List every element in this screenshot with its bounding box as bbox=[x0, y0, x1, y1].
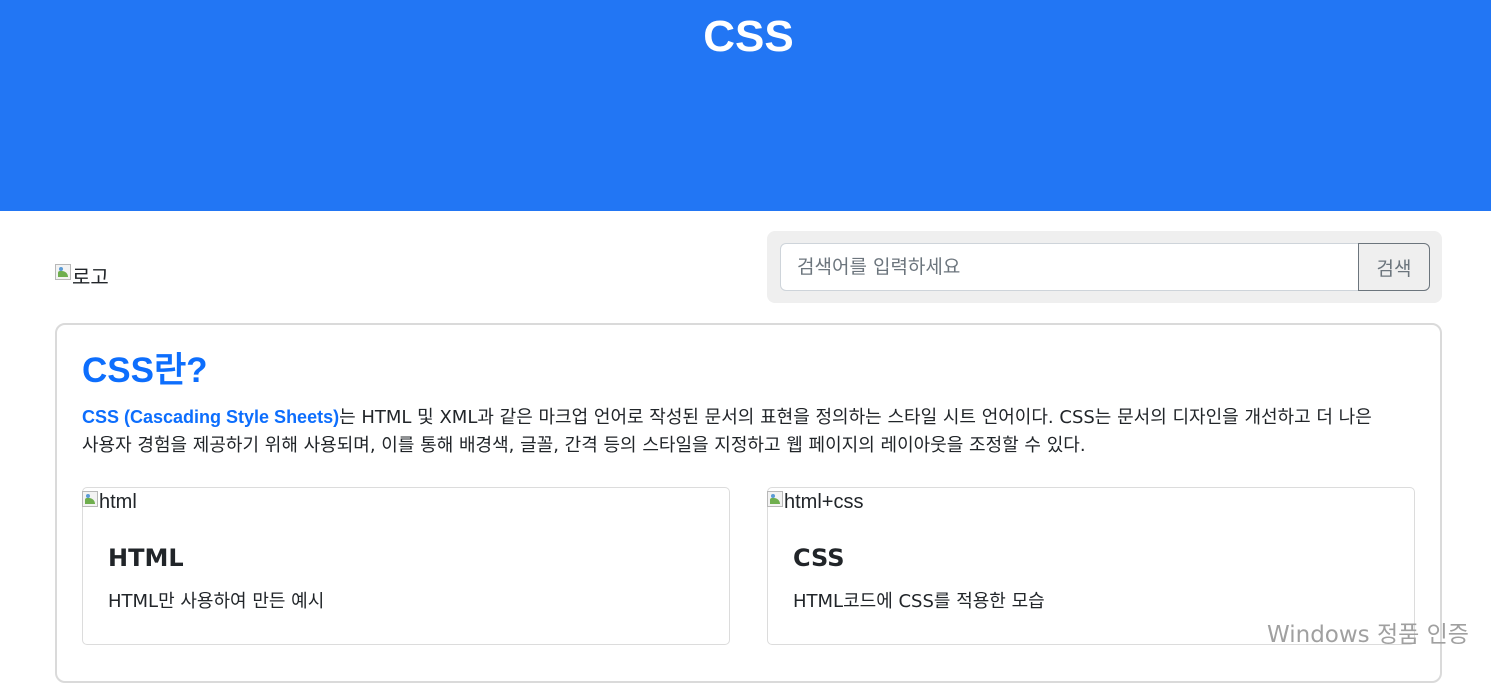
page-title: CSS bbox=[703, 12, 794, 61]
logo-alt-text: 로고 bbox=[72, 266, 109, 289]
search-panel: 검색 bbox=[767, 231, 1442, 303]
broken-image-icon bbox=[55, 264, 71, 280]
card-image: html bbox=[82, 491, 137, 513]
broken-image-icon bbox=[767, 491, 783, 507]
card-image-alt: html bbox=[99, 490, 137, 513]
broken-image-icon bbox=[82, 491, 98, 507]
section-description: CSS (Cascading Style Sheets)는 HTML 및 XML… bbox=[82, 403, 1422, 460]
card-text: HTML만 사용하여 만든 예시 bbox=[108, 591, 325, 612]
logo-image: 로고 bbox=[55, 263, 109, 289]
search-input[interactable] bbox=[780, 243, 1359, 291]
search-button[interactable]: 검색 bbox=[1358, 243, 1430, 291]
page-header: CSS bbox=[0, 0, 1491, 211]
card-image: html+css bbox=[767, 491, 863, 513]
windows-activation-watermark: Windows 정품 인증 bbox=[1267, 622, 1469, 648]
term-highlight: CSS (Cascading Style Sheets) bbox=[82, 407, 340, 427]
section-heading: CSS란? bbox=[82, 351, 208, 390]
card-text: HTML코드에 CSS를 적용한 모습 bbox=[793, 591, 1045, 612]
card-title: HTML bbox=[108, 544, 184, 572]
intro-section: CSS란? CSS (Cascading Style Sheets)는 HTML… bbox=[55, 323, 1442, 683]
card-title: CSS bbox=[793, 544, 845, 572]
card-image-alt: html+css bbox=[784, 490, 864, 513]
card-html: html HTML HTML만 사용하여 만든 예시 bbox=[82, 487, 730, 645]
